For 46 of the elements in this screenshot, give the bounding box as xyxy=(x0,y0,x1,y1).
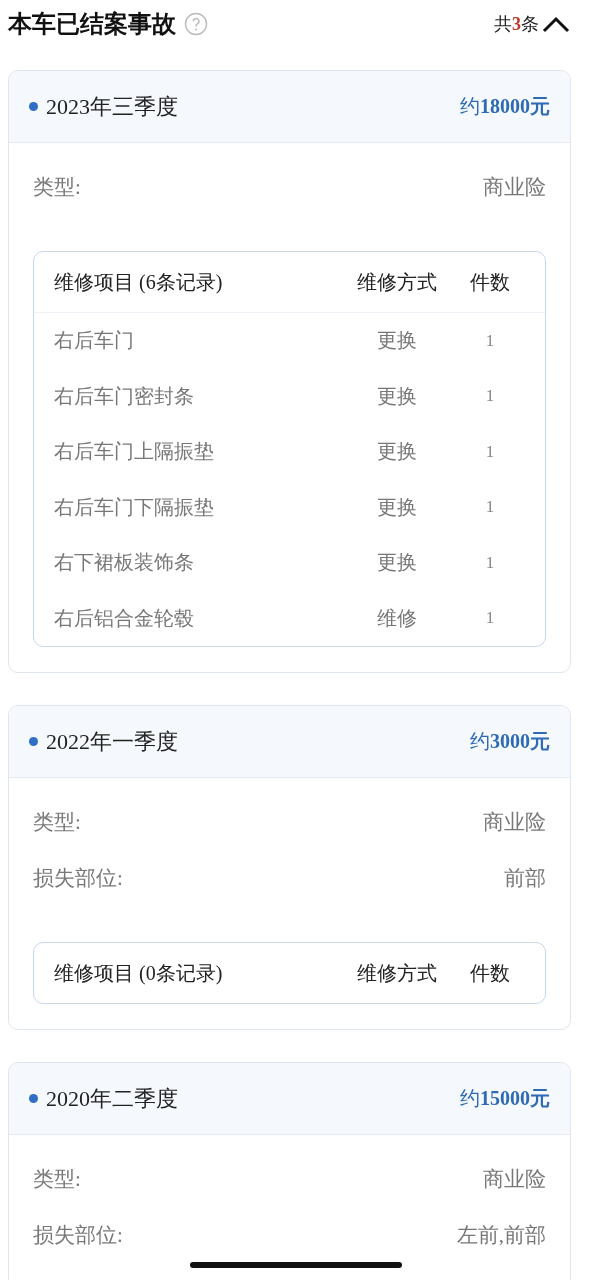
column-header: 维修项目 (6条记录) xyxy=(54,269,223,296)
field-value: 商业险 xyxy=(483,1166,546,1193)
table-cell-text: 右后车门下隔振垫 xyxy=(54,494,214,520)
column-header: 件数 xyxy=(470,269,510,295)
table-cell: 1 xyxy=(485,608,495,629)
amount-label: 约15000元 xyxy=(460,1086,550,1111)
field-label: 类型: xyxy=(33,174,81,201)
table-cell: 1 xyxy=(485,497,495,518)
table-cell-text: 维修 xyxy=(377,605,417,631)
table-cell: 1 xyxy=(485,386,495,407)
table-cell-text: 右后铝合金轮毂 xyxy=(54,605,194,631)
table-cell-text: 右后车门 xyxy=(54,328,134,354)
table-cell: 1 xyxy=(485,552,495,573)
chevron-icon[interactable] xyxy=(541,14,571,34)
bullet-dot xyxy=(29,1094,38,1103)
period-label: 2020年二季度 xyxy=(46,1084,178,1113)
field-label: 类型: xyxy=(33,809,81,836)
field-value: 前部 xyxy=(504,865,546,892)
field-label: 类型: xyxy=(33,1166,81,1193)
bullet-dot xyxy=(29,737,38,746)
field-value: 商业险 xyxy=(483,809,546,836)
field-value: 左前,前部 xyxy=(456,1222,546,1249)
bullet-dot xyxy=(29,102,38,111)
field-value: 商业险 xyxy=(483,174,546,201)
period-label: 2023年三季度 xyxy=(46,92,178,121)
section-title: 本车已结案事故 xyxy=(8,9,176,40)
table-cell: 1 xyxy=(485,330,495,351)
amount-label: 约18000元 xyxy=(460,94,550,119)
period-label: 2022年一季度 xyxy=(46,727,178,756)
amount-label: 约3000元 xyxy=(470,729,550,754)
table-cell-text: 右后车门上隔振垫 xyxy=(54,439,214,465)
field-label: 损失部位: xyxy=(33,865,123,892)
table-cell-text: 右下裙板装饰条 xyxy=(54,550,194,576)
table-cell-text: 更换 xyxy=(377,328,417,354)
table-cell: 1 xyxy=(485,441,495,462)
table-cell-text: 更换 xyxy=(377,439,417,465)
column-header: 维修项目 (0条记录) xyxy=(54,960,223,987)
column-header: 维修方式 xyxy=(357,269,437,295)
column-header: 件数 xyxy=(470,960,510,986)
record-count: 共3条 xyxy=(494,13,539,36)
table-cell-text: 更换 xyxy=(377,494,417,520)
table-cell-text: 更换 xyxy=(377,550,417,576)
table-cell-text: 右后车门密封条 xyxy=(54,383,194,409)
table-cell-text: 更换 xyxy=(377,383,417,409)
field-label: 损失部位: xyxy=(33,1222,123,1249)
column-header: 维修方式 xyxy=(357,960,437,986)
